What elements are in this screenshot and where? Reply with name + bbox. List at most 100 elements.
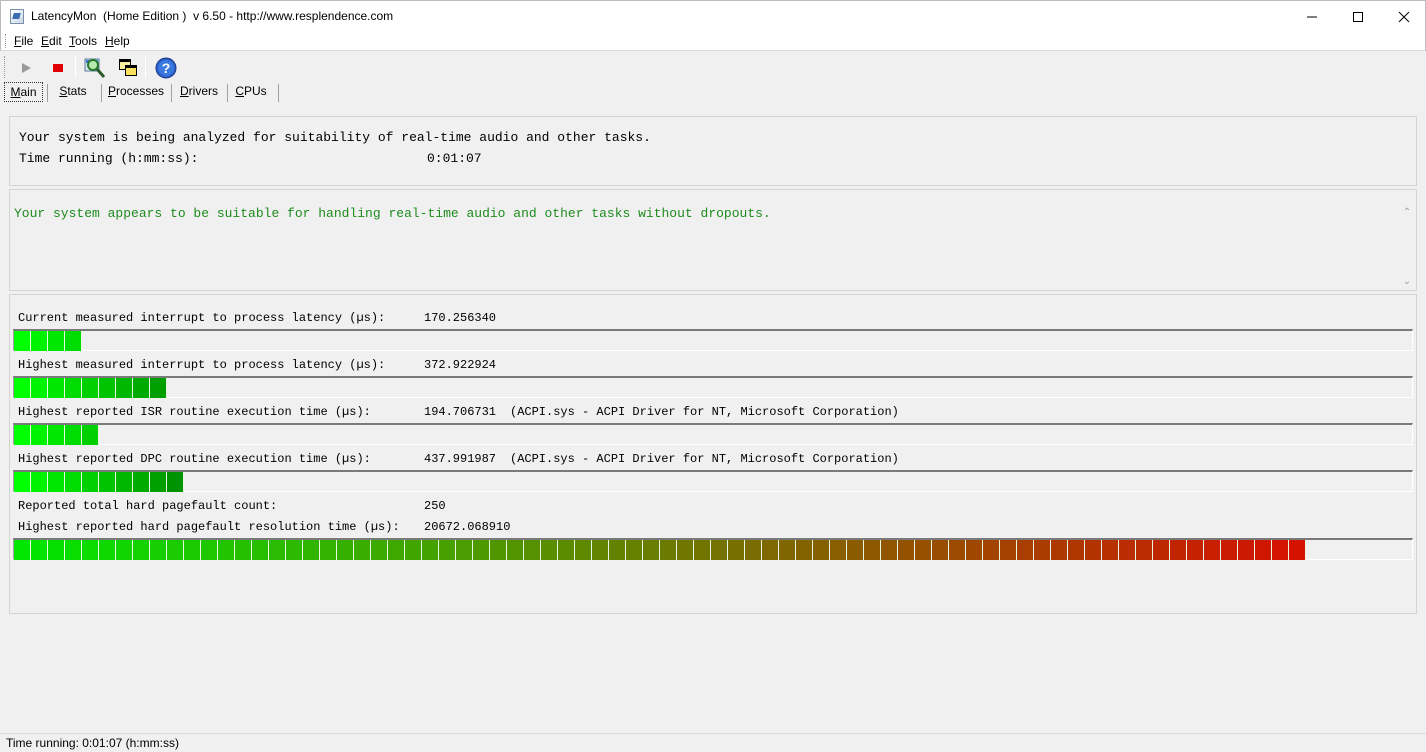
bar-segment bbox=[1153, 540, 1170, 560]
pagefault-count-label: Reported total hard pagefault count: bbox=[18, 499, 278, 513]
bar-segment bbox=[524, 540, 541, 560]
bar-segment bbox=[1170, 540, 1187, 560]
bar-segment bbox=[541, 540, 558, 560]
bar-segment bbox=[762, 540, 779, 560]
toolbar-separator bbox=[75, 56, 76, 78]
metric-label: Current measured interrupt to process la… bbox=[18, 311, 386, 325]
app-icon bbox=[10, 9, 24, 24]
tab-drivers-label: rivers bbox=[188, 84, 218, 98]
menu-file[interactable]: File bbox=[14, 34, 33, 48]
menu-tools-label: ools bbox=[75, 34, 98, 48]
toolbar-grip bbox=[4, 56, 7, 78]
help-button[interactable]: ? bbox=[153, 55, 179, 81]
bar-segment bbox=[1238, 540, 1255, 560]
stop-icon bbox=[53, 64, 63, 72]
tab-drivers-accel: D bbox=[179, 84, 189, 98]
pagefault-time-label: Highest reported hard pagefault resoluti… bbox=[18, 520, 400, 534]
tab-main[interactable]: Main bbox=[4, 82, 43, 102]
menu-help[interactable]: Help bbox=[105, 34, 130, 48]
scroll-down-icon[interactable]: ⌄ bbox=[1402, 277, 1412, 287]
window-title: LatencyMon (Home Edition ) v 6.50 - http… bbox=[31, 9, 394, 23]
bar-segment bbox=[167, 540, 184, 560]
analyze-button[interactable] bbox=[82, 55, 108, 81]
latency-bar-fill bbox=[14, 378, 167, 398]
bar-segment bbox=[405, 540, 422, 560]
bar-segment bbox=[1136, 540, 1153, 560]
minimize-button[interactable] bbox=[1289, 1, 1335, 32]
bar-segment bbox=[932, 540, 949, 560]
bar-segment bbox=[82, 378, 99, 398]
tab-processes[interactable]: Processes bbox=[106, 82, 166, 102]
bar-segment bbox=[507, 540, 524, 560]
stop-button[interactable] bbox=[45, 55, 71, 81]
bar-segment bbox=[286, 540, 303, 560]
metric-value: 170.256340 bbox=[424, 311, 497, 325]
bar-segment bbox=[558, 540, 575, 560]
bar-segment bbox=[813, 540, 830, 560]
bar-segment bbox=[711, 540, 728, 560]
bar-segment bbox=[48, 425, 65, 445]
play-icon bbox=[22, 63, 31, 73]
latency-bar bbox=[13, 376, 1413, 398]
bar-segment bbox=[31, 540, 48, 560]
tab-stats[interactable]: Stats bbox=[53, 82, 93, 102]
tab-separator bbox=[47, 84, 48, 102]
metric-driver: (ACPI.sys - ACPI Driver for NT, Microsof… bbox=[510, 452, 899, 466]
menu-edit[interactable]: Edit bbox=[41, 34, 62, 48]
latency-bar-fill bbox=[14, 331, 82, 351]
maximize-button[interactable] bbox=[1335, 1, 1381, 32]
tab-separator bbox=[101, 84, 102, 102]
bar-segment bbox=[14, 425, 31, 445]
bar-segment bbox=[1085, 540, 1102, 560]
metric-label: Highest measured interrupt to process la… bbox=[18, 358, 386, 372]
bar-segment bbox=[847, 540, 864, 560]
toolbar: ? bbox=[0, 52, 1426, 82]
pagefault-count-value: 250 bbox=[424, 499, 446, 513]
tab-main-label: ain bbox=[20, 85, 37, 99]
metric-value: 437.991987 bbox=[424, 452, 497, 466]
close-button[interactable] bbox=[1381, 1, 1426, 32]
bar-segment bbox=[99, 378, 116, 398]
pagefault-bar bbox=[13, 538, 1413, 560]
maximize-icon bbox=[1353, 11, 1363, 22]
bar-segment bbox=[82, 472, 99, 492]
bar-segment bbox=[337, 540, 354, 560]
bar-segment bbox=[150, 472, 167, 492]
bar-segment bbox=[150, 540, 167, 560]
bar-segment bbox=[490, 540, 507, 560]
tab-stats-label: tats bbox=[67, 84, 87, 98]
bar-segment bbox=[65, 378, 82, 398]
scroll-up-icon[interactable]: ⌃ bbox=[1402, 208, 1412, 218]
menu-edit-label: dit bbox=[49, 34, 62, 48]
verdict-panel: Your system appears to be suitable for h… bbox=[9, 189, 1417, 291]
help-icon: ? bbox=[155, 57, 177, 79]
verdict-scrollbar[interactable]: ⌃ ⌄ bbox=[1399, 205, 1416, 289]
bar-segment bbox=[473, 540, 490, 560]
bar-segment bbox=[592, 540, 609, 560]
analysis-status: Your system is being analyzed for suitab… bbox=[19, 130, 651, 145]
bar-segment bbox=[1034, 540, 1051, 560]
start-button[interactable] bbox=[13, 55, 39, 81]
bar-segment bbox=[1051, 540, 1068, 560]
bar-segment bbox=[609, 540, 626, 560]
bar-segment bbox=[218, 540, 235, 560]
title-bar[interactable]: LatencyMon (Home Edition ) v 6.50 - http… bbox=[0, 0, 1426, 31]
tab-drivers[interactable]: Drivers bbox=[176, 82, 222, 102]
bar-segment bbox=[456, 540, 473, 560]
bar-segment bbox=[31, 331, 48, 351]
bar-segment bbox=[82, 425, 99, 445]
bar-segment bbox=[167, 472, 184, 492]
tab-cpus[interactable]: CPUs bbox=[232, 82, 270, 102]
bar-segment bbox=[1187, 540, 1204, 560]
bar-segment bbox=[252, 540, 269, 560]
bar-segment bbox=[1102, 540, 1119, 560]
bar-segment bbox=[320, 540, 337, 560]
tab-processes-accel: P bbox=[107, 84, 116, 98]
bar-segment bbox=[99, 472, 116, 492]
bar-segment bbox=[31, 425, 48, 445]
bar-segment bbox=[354, 540, 371, 560]
latency-bar-fill bbox=[14, 472, 184, 492]
latency-bar bbox=[13, 423, 1413, 445]
windows-button[interactable] bbox=[115, 55, 141, 81]
menu-tools[interactable]: Tools bbox=[69, 34, 97, 48]
